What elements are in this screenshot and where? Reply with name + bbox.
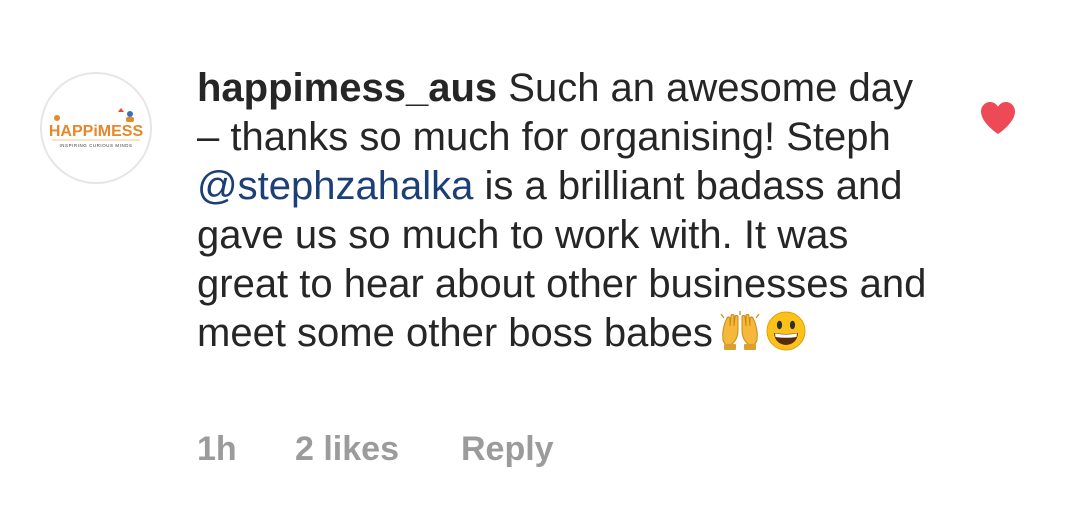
comment-time: 1h xyxy=(197,430,237,468)
avatar[interactable]: HAPPiMESS INSPIRING CURIOUS MINDS xyxy=(40,72,152,184)
comment-text: happimess_aus Such an awesome day – than… xyxy=(197,64,937,358)
comment-username[interactable]: happimess_aus xyxy=(197,66,497,110)
likes-count[interactable]: 2 likes xyxy=(295,427,461,471)
logo-tagline: INSPIRING CURIOUS MINDS xyxy=(59,143,132,148)
comment-meta: 1h 2 likes Reply xyxy=(197,427,554,471)
reply-button[interactable]: Reply xyxy=(461,427,554,471)
mention-link[interactable]: @stephzahalka xyxy=(197,164,473,208)
logo-wordmark: HAPPiMESS xyxy=(49,123,144,140)
heart-icon[interactable] xyxy=(979,100,1017,136)
happimess-logo-icon: HAPPiMESS INSPIRING CURIOUS MINDS xyxy=(42,74,150,182)
grinning-face-emoji xyxy=(766,311,806,351)
comment-row: HAPPiMESS INSPIRING CURIOUS MINDS happim… xyxy=(0,0,1080,525)
raising-hands-emoji xyxy=(720,311,760,350)
